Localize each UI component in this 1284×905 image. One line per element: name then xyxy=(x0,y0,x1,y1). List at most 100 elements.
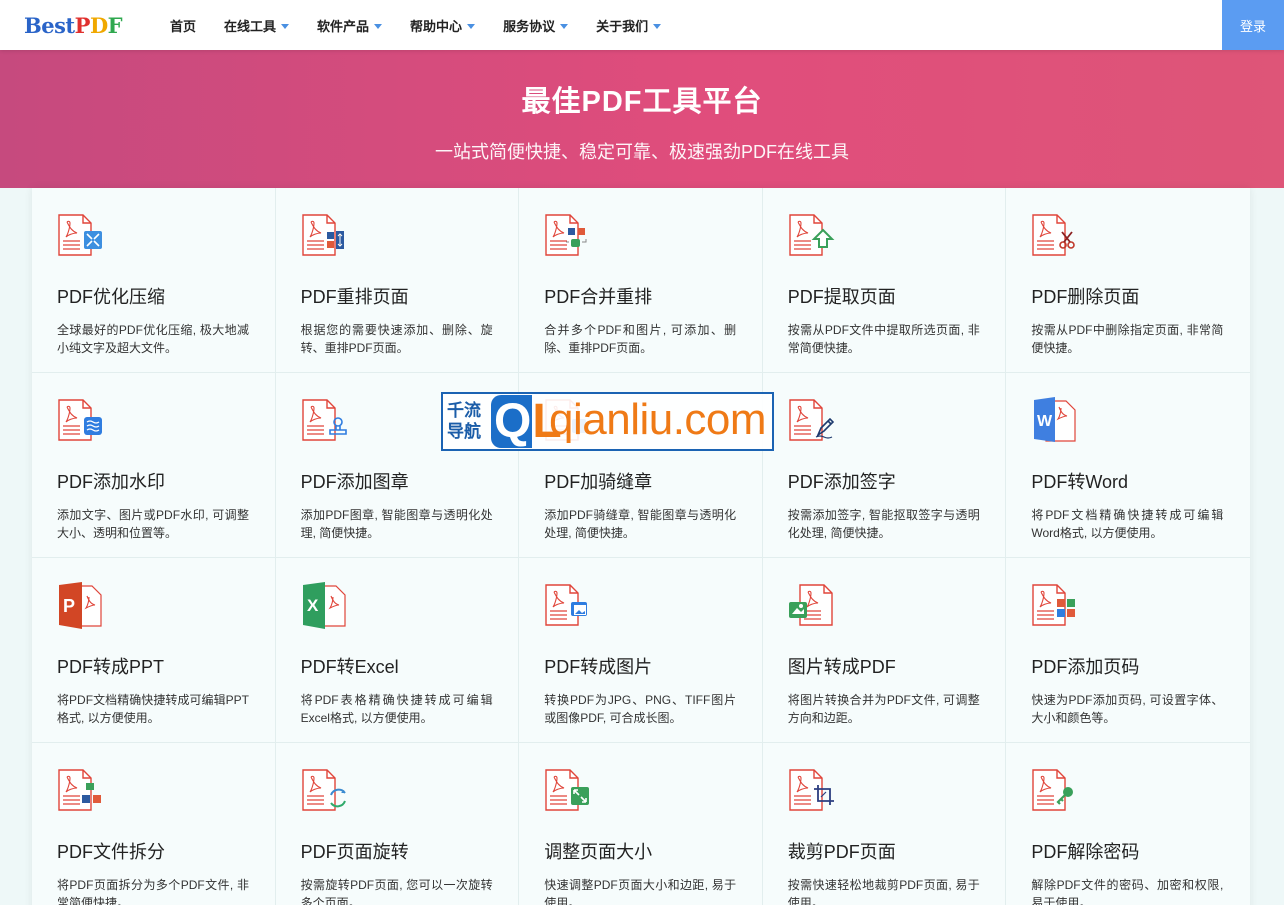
watermark-cn-text: 千流 导航 xyxy=(447,400,481,442)
tool-title: PDF加骑缝章 xyxy=(544,472,653,492)
tool-title: PDF添加签字 xyxy=(787,472,896,492)
svg-text:W: W xyxy=(1037,413,1053,430)
tool-card[interactable]: PDF添加签字按需添加签字, 智能抠取签字与透明化处理, 简便快捷。 xyxy=(762,373,1007,558)
tool-description: 按需旋转PDF页面, 您可以一次旋转多个页面。 xyxy=(300,878,493,905)
tool-description: 转换PDF为JPG、PNG、TIFF图片或图像PDF, 可合成长图。 xyxy=(544,693,737,725)
tool-card[interactable]: PDF合并重排合并多个PDF和图片, 可添加、删除、重排PDF页面。 xyxy=(519,188,763,373)
tool-card[interactable]: PDF添加水印添加文字、图片或PDF水印, 可调整大小、透明和位置等。 xyxy=(32,373,276,558)
tool-title: PDF合并重排 xyxy=(544,287,653,307)
nav-item-1[interactable]: 在线工具 xyxy=(224,16,290,35)
login-button[interactable]: 登录 xyxy=(1222,0,1284,50)
tool-card[interactable]: P PDF转成PPT 将PDF文档精确快捷转成可编辑PPT格式, 以方便使用。 xyxy=(32,558,276,743)
tool-card[interactable]: 裁剪PDF页面按需快速轻松地裁剪PDF页面, 易于使用。 xyxy=(762,743,1007,905)
unlock-icon xyxy=(1032,769,1074,811)
tool-title: PDF转成图片 xyxy=(544,657,653,677)
tool-title: 调整页面大小 xyxy=(544,842,653,862)
svg-text:X: X xyxy=(307,596,319,615)
crop-icon xyxy=(789,769,834,811)
caret-down-icon xyxy=(467,23,476,29)
pdf-to-image-icon xyxy=(545,584,588,626)
reorder-pages-icon xyxy=(301,214,344,256)
logo-letter-f: F xyxy=(107,13,123,38)
tool-title: PDF优化压缩 xyxy=(57,287,165,307)
tool-card[interactable]: PDF文件拆分将PDF页面拆分为多个PDF文件, 非常简便快捷。 xyxy=(32,743,276,905)
tool-title: PDF添加页码 xyxy=(1031,657,1140,677)
caret-down-icon xyxy=(374,23,383,29)
svg-text:P: P xyxy=(63,596,75,616)
tool-description: 按需从PDF文件中提取所选页面, 非常简便快捷。 xyxy=(787,323,980,355)
tool-description: 全球最好的PDF优化压缩, 极大地减小纯文字及超大文件。 xyxy=(57,323,249,355)
watermark-cn-line1: 千流 xyxy=(447,401,481,420)
tool-card[interactable]: PDF提取页面 按需从PDF文件中提取所选页面, 非常简便快捷。 xyxy=(762,188,1007,373)
watermark-icon xyxy=(58,399,102,441)
tool-description: 将PDF表格精确快捷转成可编辑Excel格式, 以方便使用。 xyxy=(300,693,493,725)
nav-item-label: 服务协议 xyxy=(503,18,556,34)
nav-item-label: 在线工具 xyxy=(224,18,277,34)
tool-title: PDF解除密码 xyxy=(1031,842,1140,862)
nav-item-5[interactable]: 关于我们 xyxy=(596,16,662,35)
rotate-icon xyxy=(301,769,346,811)
nav-item-4[interactable]: 服务协议 xyxy=(503,16,569,35)
excel-icon: X xyxy=(302,582,346,629)
nav-item-3[interactable]: 帮助中心 xyxy=(410,16,476,35)
page-number-icon xyxy=(1032,584,1076,626)
resize-icon xyxy=(545,769,590,811)
tool-card[interactable]: PDF转成图片转换PDF为JPG、PNG、TIFF图片或图像PDF, 可合成长图… xyxy=(519,558,763,743)
tool-card[interactable]: PDF解除密码解除PDF文件的密码、加密和权限, 易于使用。 xyxy=(1006,743,1250,905)
watermark-cn-line2: 导航 xyxy=(447,422,481,441)
tool-description: 将图片转换合并为PDF文件, 可调整方向和边距。 xyxy=(787,693,980,725)
banner-title: 最佳PDF工具平台 xyxy=(521,86,763,118)
tool-card[interactable]: X PDF转Excel 将PDF表格精确快捷转成可编辑Excel格式, 以方便使用。 xyxy=(275,558,520,743)
tool-description: 按需快速轻松地裁剪PDF页面, 易于使用。 xyxy=(787,878,980,905)
tool-description: 添加PDF图章, 智能图章与透明化处理, 简便快捷。 xyxy=(300,508,493,540)
nav-item-label: 帮助中心 xyxy=(410,18,463,34)
tool-card[interactable]: PDF页面旋转 按需旋转PDF页面, 您可以一次旋转多个页面。 xyxy=(275,743,520,905)
tool-title: PDF重排页面 xyxy=(300,287,409,307)
tool-description: 添加文字、图片或PDF水印, 可调整大小、透明和位置等。 xyxy=(57,508,249,540)
logo-text-best: Best xyxy=(24,13,75,38)
tool-description: 将PDF文档精确快捷转成可编辑Word格式, 以方便使用。 xyxy=(1031,508,1224,540)
tool-description: 合并多个PDF和图片, 可添加、删除、重排PDF页面。 xyxy=(544,323,737,355)
tool-title: PDF添加水印 xyxy=(57,472,165,492)
tool-card[interactable]: PDF重排页面根据您的需要快速添加、删除、旋转、重排PDF页面。 xyxy=(275,188,520,373)
qianliu-watermark: 千流 导航 QL qianliu.com xyxy=(441,392,774,451)
split-icon xyxy=(58,769,101,811)
bestpdf-logo[interactable]: BestPDF xyxy=(24,13,123,38)
logo-letter-p: P xyxy=(74,13,91,38)
tool-title: PDF添加图章 xyxy=(300,472,409,492)
tool-card[interactable]: PDF添加页码快速为PDF添加页码, 可设置字体、大小和颜色等。 xyxy=(1006,558,1250,743)
tool-description: 根据您的需要快速添加、删除、旋转、重排PDF页面。 xyxy=(300,323,493,355)
tool-card[interactable]: PDF删除页面按需从PDF中删除指定页面, 非常简便快捷。 xyxy=(1006,188,1250,373)
stamp-icon xyxy=(301,399,347,441)
tool-card[interactable]: 图片转成PDF 将图片转换合并为PDF文件, 可调整方向和边距。 xyxy=(762,558,1007,743)
tool-title: 裁剪PDF页面 xyxy=(787,842,896,862)
tool-description: 按需从PDF中删除指定页面, 非常简便快捷。 xyxy=(1031,323,1224,355)
tool-card[interactable]: 调整页面大小快速调整PDF页面大小和边距, 易于使用。 xyxy=(519,743,763,905)
tool-description: 将PDF文档精确快捷转成可编辑PPT格式, 以方便使用。 xyxy=(57,693,249,725)
watermark-domain: qianliu.com xyxy=(549,395,767,444)
merge-icon xyxy=(545,214,587,256)
signature-icon xyxy=(789,399,834,441)
tool-card[interactable]: PDF优化压缩全球最好的PDF优化压缩, 极大地减小纯文字及超大文件。 xyxy=(32,188,276,373)
tool-description: 解除PDF文件的密码、加密和权限, 易于使用。 xyxy=(1031,878,1224,905)
tool-description: 快速为PDF添加页码, 可设置字体、大小和颜色等。 xyxy=(1031,693,1224,725)
nav-item-label: 关于我们 xyxy=(596,18,649,34)
banner-subtitle: 一站式简便快捷、稳定可靠、极速强劲PDF在线工具 xyxy=(435,142,849,162)
tool-description: 将PDF页面拆分为多个PDF文件, 非常简便快捷。 xyxy=(57,878,249,905)
caret-down-icon xyxy=(653,23,662,29)
tool-title: PDF删除页面 xyxy=(1031,287,1140,307)
nav-item-2[interactable]: 软件产品 xyxy=(317,16,383,35)
top-nav-bar: BestPDF 首页 在线工具 软件产品 帮助中心 服务协议 关于我们 登录 xyxy=(0,0,1284,50)
compress-icon xyxy=(58,214,102,256)
tool-title: PDF文件拆分 xyxy=(57,842,165,862)
caret-down-icon xyxy=(281,23,290,29)
tool-title: PDF转Word xyxy=(1031,472,1129,492)
delete-page-icon xyxy=(1032,214,1076,256)
tool-title: PDF转Excel xyxy=(300,657,399,677)
tool-description: 按需添加签字, 智能抠取签字与透明化处理, 简便快捷。 xyxy=(787,508,980,540)
nav-item-0[interactable]: 首页 xyxy=(170,16,196,35)
tool-description: 添加PDF骑缝章, 智能图章与透明化处理, 简便快捷。 xyxy=(544,508,737,540)
tool-card[interactable]: W PDF转Word 将PDF文档精确快捷转成可编辑Word格式, 以方便使用。 xyxy=(1006,373,1250,558)
extract-page-icon xyxy=(789,214,835,256)
tool-description: 快速调整PDF页面大小和边距, 易于使用。 xyxy=(544,878,737,905)
